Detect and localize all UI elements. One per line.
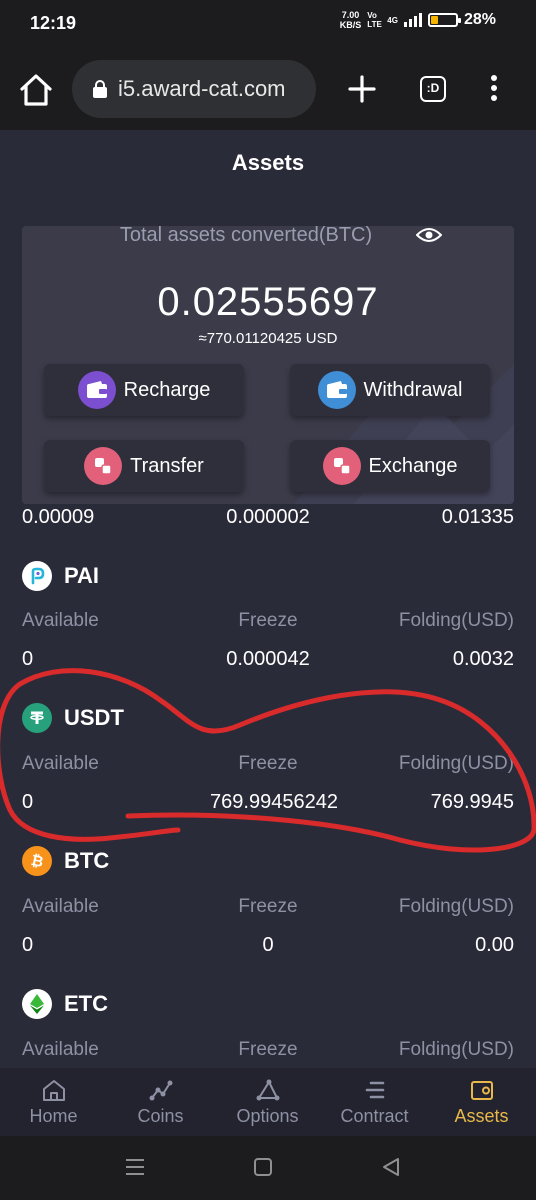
- tabs-button[interactable]: :D: [420, 76, 446, 102]
- system-navigation-bar: [0, 1136, 536, 1200]
- assets-tab-icon: [470, 1081, 493, 1100]
- withdrawal-label: Withdrawal: [363, 378, 463, 401]
- total-btc-value: 0.02555697: [157, 280, 379, 324]
- tab-label: Assets: [454, 1106, 509, 1126]
- coin-item-etc[interactable]: ETC: [22, 988, 108, 1020]
- coin-name: BTC: [64, 848, 110, 873]
- red-circle-annotation: [0, 668, 536, 853]
- recharge-label: Recharge: [123, 378, 211, 401]
- folding-value: 0.01335: [441, 506, 514, 528]
- bottom-tab-bar: Home Coins Options Contract Assets: [0, 1068, 536, 1136]
- coin-values: 0 0 0.00: [22, 934, 514, 964]
- url-bar[interactable]: i5.award-cat.com: [72, 60, 316, 118]
- battery-percent: 28%: [463, 11, 496, 28]
- signal-icon: [403, 13, 422, 27]
- tab-label: Home: [29, 1106, 78, 1126]
- page-title: Assets: [231, 150, 305, 175]
- home-icon[interactable]: [18, 72, 54, 108]
- tether-coin-icon: [22, 703, 52, 733]
- lock-icon: [93, 80, 107, 98]
- volte-indicator: Vo LTE: [367, 11, 382, 29]
- network-type: 4G: [387, 15, 398, 25]
- battery-icon: [427, 13, 461, 27]
- status-bar: 12:19 7.00 KB/S Vo LTE 4G 28%: [0, 0, 536, 48]
- status-time: 12:19: [30, 13, 77, 33]
- recharge-button[interactable]: Recharge: [44, 364, 244, 416]
- coin-item-btc[interactable]: ₿ BTC: [22, 845, 109, 877]
- freeze-value: 0.000042: [226, 648, 310, 670]
- tab-label: Coins: [137, 1106, 184, 1126]
- freeze-value: 0: [262, 934, 274, 956]
- coin-item-usdt[interactable]: USDT: [22, 702, 124, 734]
- folding-value: 769.9945: [430, 791, 514, 813]
- transfer-icon: [84, 447, 123, 485]
- column-labels: Available Freeze Folding(USD): [22, 610, 514, 640]
- bitcoin-coin-icon: ₿: [22, 846, 52, 876]
- tab-label: Contract: [340, 1106, 409, 1126]
- folding-value: 0.00: [475, 934, 514, 956]
- tab-home[interactable]: Home: [0, 1068, 107, 1136]
- freeze-value: 0.000002: [226, 506, 310, 528]
- coin-values: 0 769.99456242 769.9945: [22, 791, 514, 821]
- coin-item-pai[interactable]: PAI: [22, 560, 99, 592]
- column-labels: Available Freeze Folding(USD): [22, 896, 514, 926]
- eye-icon[interactable]: [416, 226, 442, 244]
- tab-contract[interactable]: Contract: [321, 1068, 428, 1136]
- more-menu-icon[interactable]: [488, 75, 500, 105]
- tab-assets[interactable]: Assets: [428, 1068, 535, 1136]
- coins-tab-icon: [149, 1080, 172, 1101]
- options-tab-icon: [256, 1079, 279, 1101]
- folding-value: 0.0032: [452, 648, 514, 670]
- exchange-icon: [322, 447, 361, 485]
- exchange-label: Exchange: [368, 454, 458, 477]
- back-icon[interactable]: [380, 1156, 402, 1178]
- status-indicators: 7.00 KB/S Vo LTE 4G 28%: [340, 10, 496, 30]
- total-usd-value: ≈770.01120425 USD: [198, 330, 338, 347]
- withdraw-wallet-icon: [317, 371, 356, 409]
- tab-coins[interactable]: Coins: [107, 1068, 214, 1136]
- coin-name: USDT: [64, 705, 124, 730]
- pai-coin-icon: [22, 561, 52, 591]
- tab-options[interactable]: Options: [214, 1068, 321, 1136]
- column-labels: Available Freeze Folding(USD): [22, 753, 514, 783]
- system-home-icon[interactable]: [253, 1156, 273, 1178]
- folding-label: Folding(USD): [398, 610, 514, 631]
- url-text: i5.award-cat.com: [118, 76, 286, 101]
- browser-toolbar: i5.award-cat.com :D: [0, 48, 536, 130]
- recents-icon[interactable]: [124, 1156, 146, 1178]
- assets-summary-card: Total assets converted(BTC) 0.02555697 ≈…: [22, 226, 514, 504]
- tab-label: Options: [236, 1106, 299, 1126]
- wallet-icon: [77, 371, 116, 409]
- folding-label: Folding(USD): [398, 1039, 514, 1060]
- transfer-label: Transfer: [130, 454, 204, 477]
- home-tab-icon: [42, 1080, 65, 1101]
- new-tab-icon[interactable]: [346, 73, 378, 105]
- contract-tab-icon: [365, 1081, 384, 1099]
- transfer-button[interactable]: Transfer: [44, 440, 244, 492]
- partial-coin-values: 0.00009 0.000002 0.01335: [22, 506, 514, 536]
- exchange-button[interactable]: Exchange: [290, 440, 490, 492]
- column-labels: Available Freeze Folding(USD): [22, 1039, 514, 1069]
- folding-label: Folding(USD): [398, 753, 514, 774]
- folding-label: Folding(USD): [398, 896, 514, 917]
- network-speed: 7.00 KB/S: [339, 10, 362, 30]
- coin-values: 0 0.000042 0.0032: [22, 648, 514, 678]
- coin-name: PAI: [64, 563, 100, 588]
- coin-name: ETC: [64, 991, 108, 1016]
- ethereum-classic-icon: [22, 989, 52, 1019]
- withdrawal-button[interactable]: Withdrawal: [290, 364, 490, 416]
